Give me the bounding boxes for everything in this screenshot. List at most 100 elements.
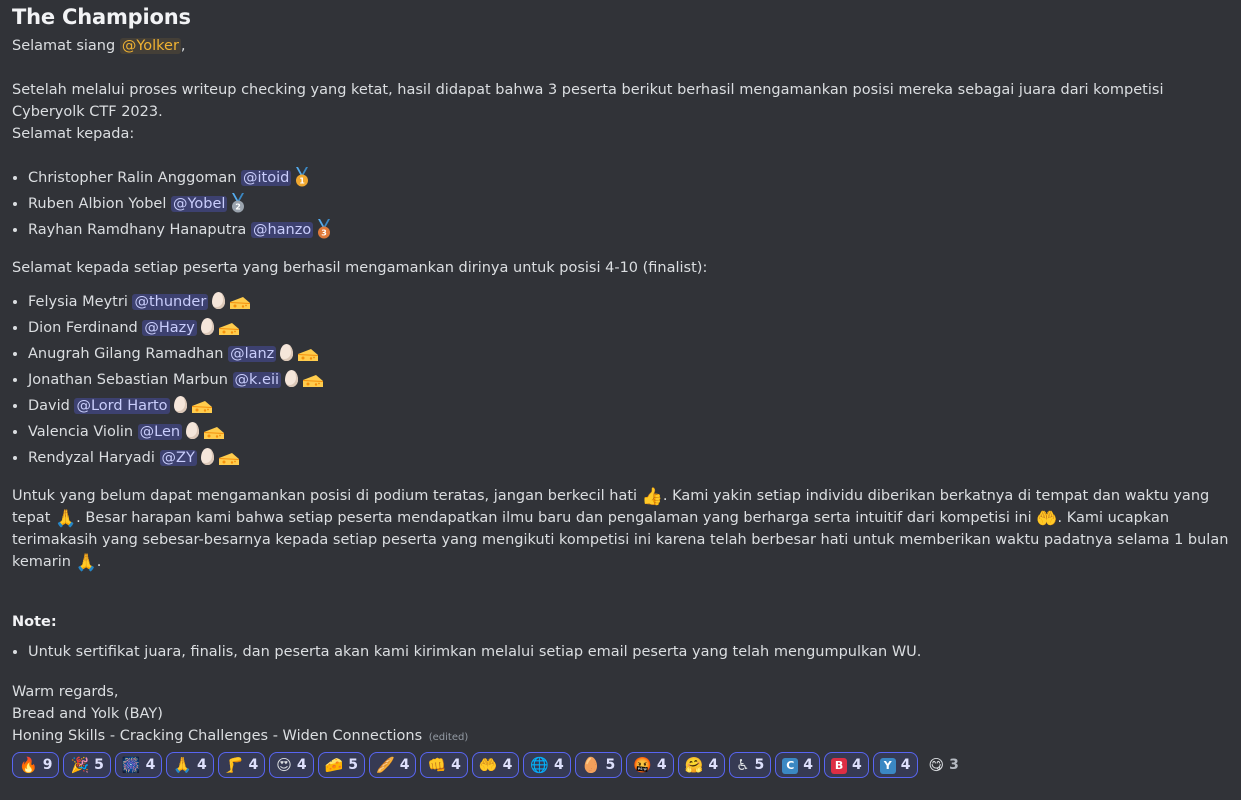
user-mention[interactable]: @k.eii xyxy=(232,372,281,388)
egg-icon xyxy=(200,318,214,335)
medal-icon: 1 xyxy=(291,167,312,187)
winners-list: Christopher Ralin Anggoman @itoid1Ruben … xyxy=(12,167,1229,241)
reaction-emoji: 😍 xyxy=(276,756,292,774)
reaction-button[interactable]: 👊 4 xyxy=(420,752,468,778)
finalist-item: Rendyzal Haryadi @ZY xyxy=(28,447,1229,469)
reaction-button[interactable]: 🤗 4 xyxy=(677,752,726,778)
reaction-button[interactable]: 😋 3 xyxy=(922,752,966,778)
cheese-icon xyxy=(293,346,319,362)
reaction-button[interactable]: 🎆 4 xyxy=(114,752,163,778)
cheese-icon xyxy=(303,375,323,387)
reaction-count: 4 xyxy=(803,757,814,773)
reaction-button[interactable]: 🤲 4 xyxy=(471,752,520,778)
cheese-icon xyxy=(214,450,240,466)
user-mention[interactable]: @hanzo xyxy=(250,222,314,238)
reaction-emoji: 🙏 xyxy=(173,756,192,774)
winner-item: Christopher Ralin Anggoman @itoid1 xyxy=(28,167,1229,189)
user-mention[interactable]: @Hazy xyxy=(142,320,197,336)
encouragement-paragraph: Untuk yang belum dapat mengamankan posis… xyxy=(12,487,1229,573)
user-mention[interactable]: @lanz xyxy=(228,346,277,362)
pray-emoji: 🙏 xyxy=(75,553,97,573)
medal-icon: 3 xyxy=(313,219,334,239)
egg-icon xyxy=(280,344,294,361)
cheese-icon xyxy=(204,427,225,439)
user-mention[interactable]: @Lord Harto xyxy=(74,398,170,414)
signoff-line-2: Bread and Yolk (BAY) xyxy=(12,706,163,722)
reaction-emoji: 🧀 xyxy=(324,756,344,774)
finalist-item: Anugrah Gilang Ramadhan @lanz xyxy=(28,343,1229,365)
reaction-button[interactable]: 🥖 4 xyxy=(369,752,417,778)
reaction-emoji: 🦵 xyxy=(224,756,244,774)
reaction-button[interactable]: 🙏 4 xyxy=(166,752,214,778)
reaction-emoji: 🤗 xyxy=(684,756,704,774)
cheese-icon xyxy=(187,398,213,414)
reaction-emoji: 🤲 xyxy=(478,756,498,774)
signoff-line-1: Warm regards, xyxy=(12,684,119,700)
reaction-count: 4 xyxy=(900,757,911,773)
finalist-item: David @Lord Harto xyxy=(28,395,1229,417)
reaction-count: 4 xyxy=(852,757,862,773)
svg-text:3: 3 xyxy=(321,229,327,238)
finalist-item: Felysia Meytri @thunder xyxy=(28,291,1229,313)
reaction-button[interactable]: 🦵 4 xyxy=(217,752,266,778)
reaction-button[interactable]: 🤬 4 xyxy=(626,752,674,778)
reaction-emoji: Y xyxy=(879,756,896,774)
reaction-count: 5 xyxy=(348,757,359,773)
cheese-icon xyxy=(199,424,225,440)
user-mention[interactable]: @thunder xyxy=(132,294,209,310)
reaction-button[interactable]: C4 xyxy=(775,752,821,778)
intro-line: Setelah melalui proses writeup checking … xyxy=(12,82,1164,120)
reaction-emoji: 🌐 xyxy=(530,756,550,774)
reaction-button[interactable]: ♿ 5 xyxy=(729,752,772,778)
note-list: Untuk sertifikat juara, finalis, dan pes… xyxy=(12,641,1229,663)
reaction-count: 9 xyxy=(42,757,53,773)
reaction-emoji: ♿ xyxy=(736,756,750,774)
medal-icon: 1 xyxy=(296,167,309,187)
winner-item: Rayhan Ramdhany Hanaputra @hanzo3 xyxy=(28,219,1229,241)
reaction-button[interactable]: 🔥 9 xyxy=(12,752,60,778)
egg-icon xyxy=(186,422,200,439)
thumbs-up-emoji: 👍 xyxy=(641,487,663,507)
cheese-icon xyxy=(230,297,251,309)
reaction-button[interactable]: 🥚 5 xyxy=(574,752,623,778)
egg-icon xyxy=(285,370,298,387)
reaction-emoji: B xyxy=(831,756,848,774)
reaction-button[interactable]: B4 xyxy=(824,752,869,778)
reaction-button[interactable]: 🎉 5 xyxy=(63,752,111,778)
reaction-count: 4 xyxy=(296,757,307,773)
reaction-button[interactable]: 😍 4 xyxy=(269,752,314,778)
reaction-emoji: 🤬 xyxy=(633,756,652,774)
reaction-count: 5 xyxy=(605,757,616,773)
user-mention[interactable]: @ZY xyxy=(159,450,197,466)
pray-emoji: 🙏 xyxy=(55,509,77,529)
cheese-icon xyxy=(214,320,240,336)
reaction-count: 4 xyxy=(708,757,719,773)
reaction-button[interactable]: 🌐 4 xyxy=(523,752,571,778)
finalist-item: Jonathan Sebastian Marbun @k.eii xyxy=(28,369,1229,391)
medal-icon: 2 xyxy=(232,193,245,213)
reaction-count: 4 xyxy=(502,757,513,773)
cheese-icon xyxy=(298,349,319,361)
reaction-emoji: 👊 xyxy=(427,756,447,774)
cheese-icon xyxy=(298,372,324,388)
egg-icon xyxy=(173,396,187,413)
medal-icon: 2 xyxy=(227,193,248,213)
user-mention[interactable]: @itoid xyxy=(241,170,292,186)
note-label: Note: xyxy=(12,614,57,630)
reaction-button[interactable]: 🧀 5 xyxy=(317,752,366,778)
greeting: Selamat siang @Yolker, xyxy=(12,38,186,54)
egg-icon xyxy=(200,448,214,465)
reaction-button[interactable]: Y4 xyxy=(872,752,918,778)
message: The Champions Selamat siang @Yolker, Set… xyxy=(0,4,1241,778)
reaction-emoji: 🔥 xyxy=(19,756,38,774)
reaction-count: 5 xyxy=(94,757,104,773)
reaction-emoji: 🎉 xyxy=(70,756,90,774)
signoff-line-3: Honing Skills - Cracking Challenges - Wi… xyxy=(12,728,469,744)
reaction-count: 4 xyxy=(554,757,564,773)
user-mention[interactable]: @Len xyxy=(137,424,183,440)
reaction-count: 5 xyxy=(754,757,765,773)
mention-yolker[interactable]: @Yolker xyxy=(119,38,181,54)
reactions-bar: 🔥 9 🎉 5 🎆 4 🙏 4 🦵 4 😍 4 🧀 5 🥖 4 👊 4 🤲 4 🌐 4 🥚 5 🤬 4 🤗 4 ♿ 5 C 4 B 4 Y 4 😋 3 xyxy=(12,752,1229,778)
user-mention[interactable]: @Yobel xyxy=(170,196,228,212)
svg-text:1: 1 xyxy=(300,177,306,186)
